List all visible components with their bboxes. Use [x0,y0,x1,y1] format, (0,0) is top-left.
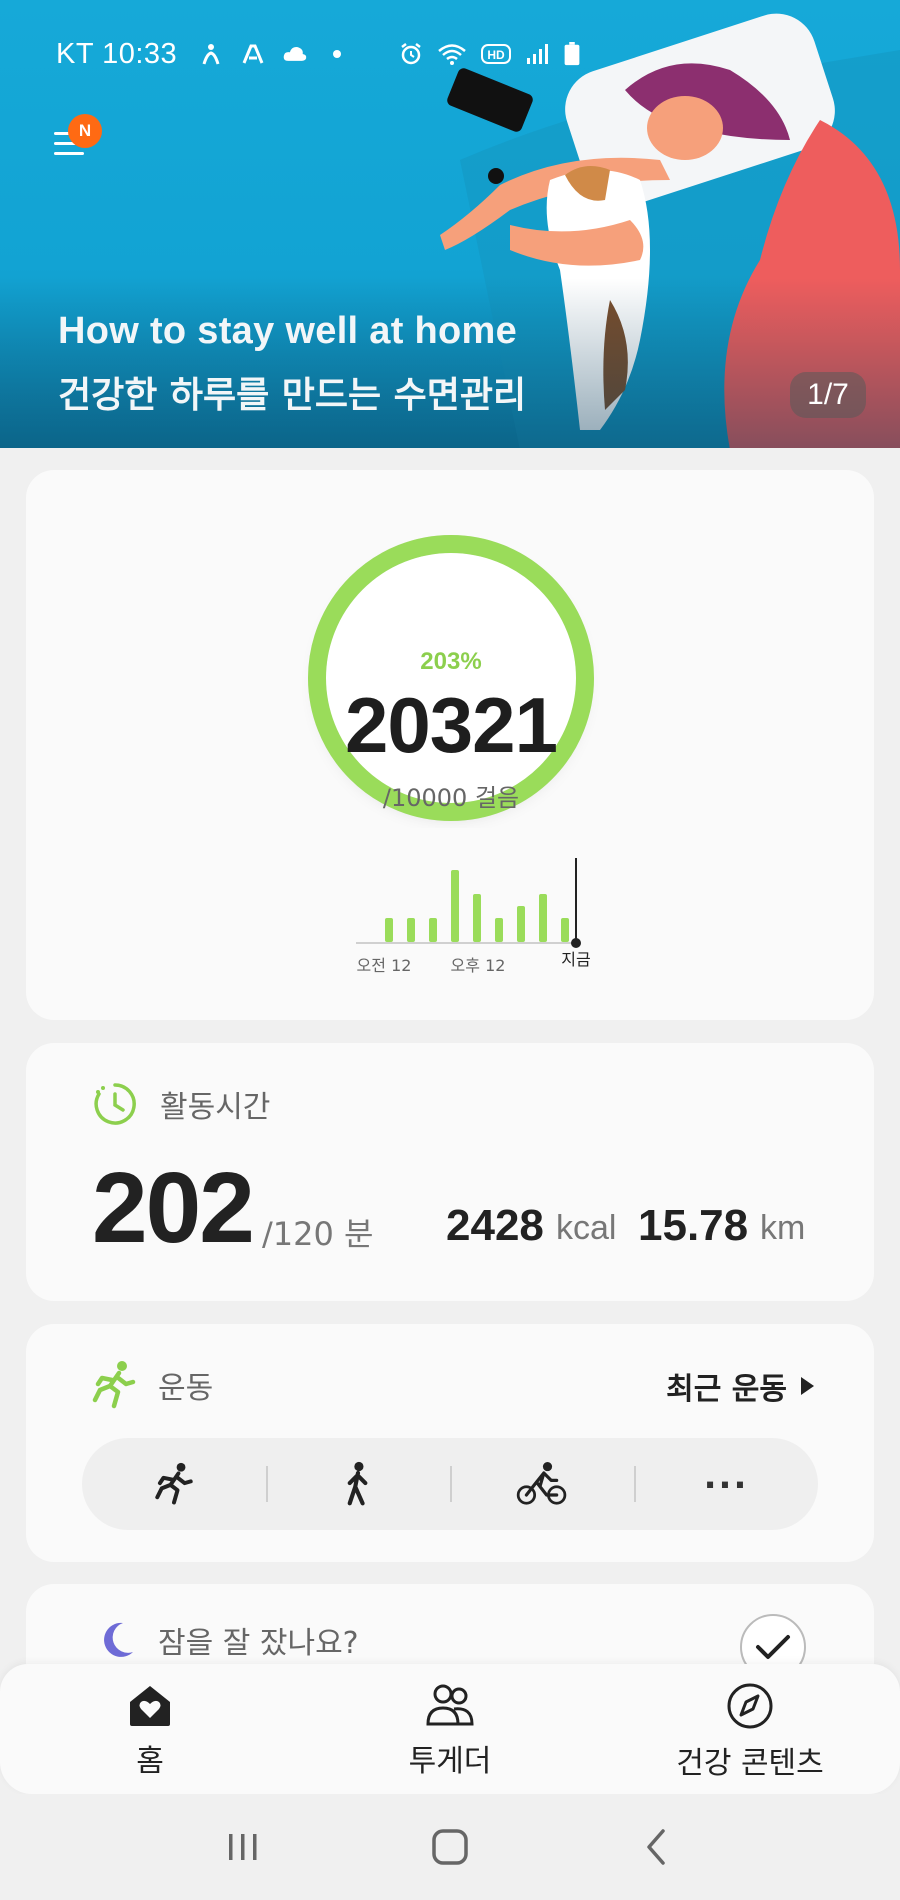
home-icon[interactable] [430,1827,470,1867]
calories-unit: kcal [556,1209,617,1247]
active-time-label: 활동시간 [160,1090,271,1125]
nav-together[interactable]: 투게더 [300,1664,600,1794]
status-carrier-time: KT 10:33 [56,38,177,71]
more-exercises-button[interactable]: ... [634,1438,818,1530]
steps-count: 20321 [345,681,558,769]
active-minutes-value: 202 [92,1152,255,1264]
distance-unit: km [760,1209,806,1247]
chart-bar [517,906,525,942]
status-bar: KT 10:33 HD [56,34,860,74]
cloud-icon [283,47,307,61]
hero-title: How to stay well at home [58,310,518,352]
calories-value: 2428 [446,1201,544,1250]
cycling-button[interactable] [450,1438,634,1530]
nav-together-label: 투게더 [408,1744,492,1779]
dot-icon [333,50,342,58]
page-indicator: 1/7 [790,372,866,418]
x-tick-label: 오후 12 [451,956,506,975]
chart-bar [385,918,393,942]
running-icon [155,1462,193,1505]
hero-banner[interactable]: KT 10:33 HD N How to stay well at home 건… [0,0,900,448]
carrier-name: KT [56,37,94,70]
people-icon [426,1684,474,1726]
chart-bar [429,918,437,942]
active-time-card[interactable]: 활동시간 202 /120 분 2428 kcal 15.78 km [26,1043,874,1301]
compass-icon [727,1683,773,1729]
checkmark-icon [756,1635,790,1659]
sleep-question-label: 잠을 잘 잤나요? [158,1626,359,1661]
wifi-icon [438,44,466,65]
nav-health-content[interactable]: 건강 콘텐츠 [600,1664,900,1794]
running-button[interactable] [82,1438,266,1530]
steps-card[interactable]: 203% 20321 /10000 걸음 오전 12 오후 12 지금 [26,470,874,1020]
bottom-navigation: 홈 투게더 건강 콘텐츠 [0,1664,900,1794]
active-minutes-goal: /120 분 [262,1215,374,1253]
recent-apps-icon[interactable] [223,1830,263,1864]
notification-badge: N [68,114,102,148]
back-icon[interactable] [637,1827,677,1867]
nav-home[interactable]: 홈 [0,1664,300,1794]
moon-icon [104,1622,133,1657]
nav-home-label: 홈 [136,1744,164,1779]
walking-button[interactable] [266,1438,450,1530]
running-person-icon [92,1361,136,1409]
x-tick-label: 오전 12 [357,956,412,975]
chart-bar [539,894,547,942]
home-heart-icon [130,1686,170,1726]
accessibility-icon [202,44,220,65]
hero-gradient-overlay [0,278,900,448]
system-navigation-bar [0,1794,900,1900]
signal-icon [527,44,549,64]
exercise-shortcut-tray: ... [82,1438,818,1530]
clock-time: 10:33 [102,37,178,70]
recent-exercise-label: 최근 운동 [666,1372,787,1407]
exercise-card[interactable]: 운동 최근 운동 ... [26,1324,874,1562]
walking-icon [347,1461,368,1506]
play-arrow-icon [801,1377,814,1395]
hourly-steps-chart: 오전 12 오후 12 지금 [356,858,591,975]
hd-voice-icon: HD [481,44,512,64]
chart-bar [473,894,481,942]
chart-bar [561,918,569,942]
steps-percent: 203% [420,648,482,675]
x-tick-label-now: 지금 [561,950,590,969]
recent-exercise-link[interactable]: 최근 운동 [666,1364,814,1408]
chart-bar [407,918,415,942]
nav-health-content-label: 건강 콘텐츠 [676,1746,824,1781]
alarm-icon [401,43,421,65]
hero-subtitle: 건강한 하루를 만드는 수면관리 [58,375,527,416]
steps-goal: /10000 걸음 [382,784,520,812]
svg-text:HD: HD [488,48,506,62]
cycling-icon [516,1462,567,1505]
chart-bar [495,918,503,942]
exercise-label: 운동 [158,1371,214,1406]
more-options-icon: ... [703,1457,749,1497]
active-time-icon [94,1083,136,1125]
distance-value: 15.78 [638,1201,749,1250]
chart-bar [451,870,459,942]
app-notification-icon [242,44,264,64]
now-marker-dot [571,938,581,948]
battery-icon [564,42,580,66]
steps-ring: 203% 20321 /10000 걸음 [301,528,601,828]
